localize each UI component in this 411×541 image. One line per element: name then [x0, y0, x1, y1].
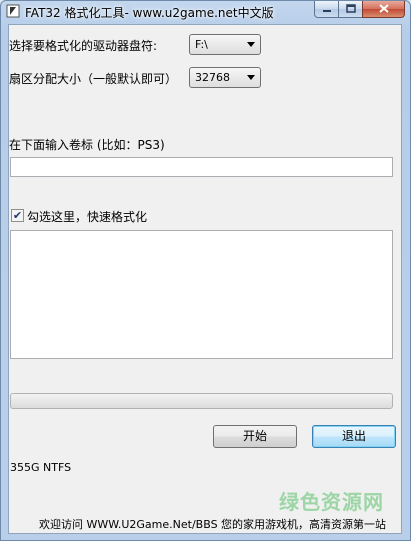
- exit-button[interactable]: 退出: [312, 425, 396, 448]
- drive-label: 选择要格式化的驱动器盘符:: [9, 39, 158, 53]
- log-output[interactable]: [10, 230, 393, 359]
- app-icon: [6, 4, 20, 18]
- sector-label: 扇区分配大小（一般默认即可）: [9, 72, 178, 86]
- client-area: 选择要格式化的驱动器盘符: F:\ 扇区分配大小（一般默认即可） 32768 在…: [8, 24, 402, 534]
- volume-label-input[interactable]: [10, 157, 393, 177]
- window-title: FAT32 格式化工具- www.u2game.net中文版: [25, 6, 274, 20]
- drive-select[interactable]: F:\: [189, 34, 261, 55]
- drive-select-value: F:\: [195, 38, 208, 51]
- drive-info-status: 355G NTFS: [10, 461, 72, 474]
- sector-size-select[interactable]: 32768: [189, 67, 261, 88]
- close-icon: [378, 2, 389, 16]
- start-button[interactable]: 开始: [213, 425, 297, 448]
- minimize-button[interactable]: [314, 1, 339, 18]
- title-bar[interactable]: FAT32 格式化工具- www.u2game.net中文版: [1, 1, 410, 23]
- chevron-down-icon: [247, 42, 255, 47]
- maximize-icon: [345, 2, 356, 16]
- app-window: FAT32 格式化工具- www.u2game.net中文版 选择要格式化的驱动…: [0, 0, 411, 541]
- footer-text: 欢迎访问 WWW.U2Game.Net/BBS 您的家用游戏机，高清资源第一站: [39, 518, 387, 531]
- sector-size-value: 32768: [195, 71, 230, 84]
- maximize-button[interactable]: [338, 1, 363, 18]
- volume-label: 在下面输入卷标 (比如：PS3): [9, 138, 165, 152]
- site-watermark: 绿色资源网: [279, 490, 384, 514]
- format-progress-bar: [10, 393, 393, 409]
- quick-format-checkbox[interactable]: ✔: [11, 209, 24, 222]
- close-button[interactable]: [362, 1, 405, 18]
- checkmark-icon: ✔: [12, 209, 23, 222]
- minimize-icon: [322, 2, 332, 16]
- chevron-down-icon: [247, 75, 255, 80]
- quick-format-label[interactable]: 勾选这里，快速格式化: [27, 208, 147, 225]
